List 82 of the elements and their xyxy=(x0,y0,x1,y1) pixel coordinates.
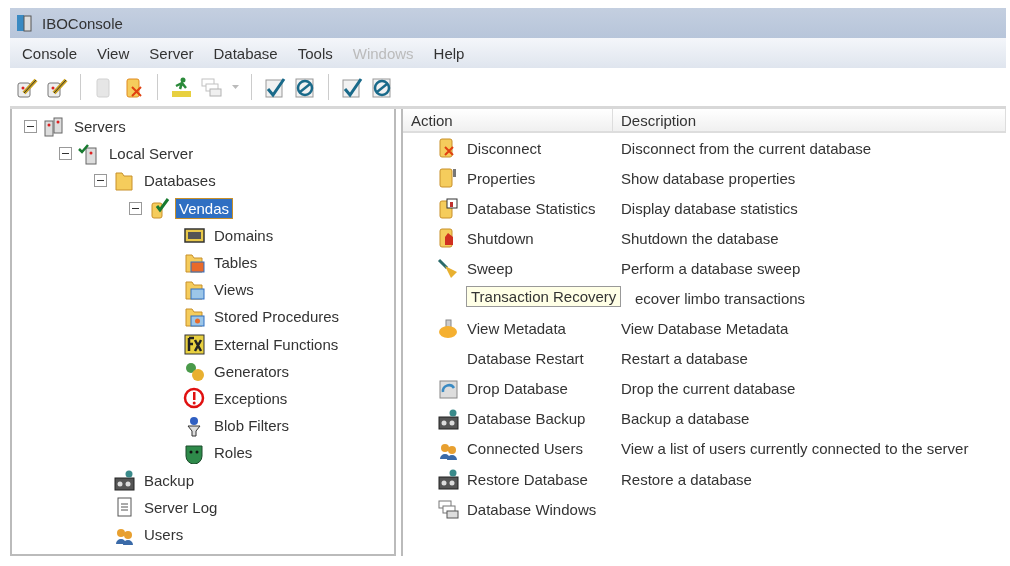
tree-item[interactable]: Generators xyxy=(211,361,293,381)
action-description: Restore a database xyxy=(620,470,753,488)
function-icon xyxy=(183,333,205,356)
tree-item[interactable]: Servers xyxy=(71,117,129,137)
action-description: Display database statistics xyxy=(620,199,799,217)
procedure-icon xyxy=(183,305,205,328)
tree-item[interactable]: Exceptions xyxy=(211,388,291,408)
menu-item[interactable]: View xyxy=(89,41,138,65)
action-name[interactable]: Shutdown xyxy=(467,229,534,247)
column-header[interactable]: Description xyxy=(613,109,1006,133)
broom-icon xyxy=(437,257,459,280)
menu-item[interactable]: Tools xyxy=(289,41,341,65)
action-name[interactable]: Database Statistics xyxy=(467,199,596,217)
server-icon xyxy=(78,142,100,165)
window-title: IBOConsole xyxy=(42,14,123,32)
gears-icon xyxy=(183,360,205,383)
menu-item[interactable]: Console xyxy=(14,41,86,65)
menu-item[interactable]: Database xyxy=(205,41,286,65)
tree-item[interactable]: Roles xyxy=(211,443,256,463)
collapse-toggle[interactable] xyxy=(94,174,107,188)
action-description: Restart a database xyxy=(620,350,749,368)
tree-item[interactable]: Users xyxy=(141,524,187,544)
tape-drive-icon xyxy=(437,407,459,430)
folder-icon xyxy=(113,169,135,192)
tree-item[interactable]: Vendas xyxy=(176,198,233,218)
app-icon xyxy=(16,13,32,33)
action-description: Perform a database sweep xyxy=(620,259,802,277)
action-description: Drop the current database xyxy=(620,380,797,398)
tree-item[interactable]: Blob Filters xyxy=(211,416,293,436)
tree-item[interactable]: Backup xyxy=(141,470,198,490)
action-name[interactable]: Restore Database xyxy=(467,470,588,488)
windows-icon xyxy=(437,498,459,521)
database-chart-icon xyxy=(437,197,459,220)
tree-item[interactable]: External Functions xyxy=(211,334,342,354)
action-name[interactable]: View Metadata xyxy=(467,320,566,338)
action-description: Backup a database xyxy=(620,410,751,428)
exclamation-icon xyxy=(183,387,205,410)
tree-item[interactable]: Views xyxy=(211,280,257,300)
checkmark-icon xyxy=(341,76,363,98)
database-cross-icon xyxy=(123,76,145,98)
view-icon xyxy=(183,278,205,301)
tree-item[interactable]: Local Server xyxy=(106,144,197,164)
windows-icon xyxy=(200,76,222,98)
action-description: Show database properties xyxy=(620,169,797,187)
menu-item[interactable]: Help xyxy=(425,41,473,65)
tree-item[interactable]: Stored Procedures xyxy=(211,307,343,327)
no-entry-icon xyxy=(294,76,316,98)
tree-item[interactable]: Domains xyxy=(211,225,277,245)
database-properties-icon xyxy=(437,167,459,190)
tree-item[interactable]: Tables xyxy=(211,253,261,273)
table-icon xyxy=(183,251,205,274)
tree-item[interactable]: Server Log xyxy=(141,497,221,517)
action-name[interactable]: Database Windows xyxy=(467,500,597,518)
tree-item[interactable]: Databases xyxy=(141,171,219,191)
collapse-toggle[interactable] xyxy=(129,201,142,215)
servers-icon xyxy=(43,115,65,138)
collapse-toggle[interactable] xyxy=(24,120,37,134)
action-name[interactable]: Sweep xyxy=(467,259,513,277)
menu-item[interactable]: Server xyxy=(141,41,202,65)
database-icon xyxy=(148,197,170,220)
sql-runner-icon xyxy=(170,76,192,98)
action-name[interactable]: Properties xyxy=(467,169,536,187)
action-description: View a list of users currently connected to the server xyxy=(620,440,970,458)
action-name[interactable]: Database Restart xyxy=(467,350,584,368)
database-pen-icon xyxy=(16,76,38,98)
no-entry-icon xyxy=(371,76,393,98)
checkmark-icon xyxy=(264,76,286,98)
collapse-toggle[interactable] xyxy=(59,147,72,161)
action-name[interactable]: Connected Users xyxy=(467,440,583,458)
database-pen-icon xyxy=(46,76,68,98)
action-name[interactable]: Database Backup xyxy=(467,410,586,428)
tooltip: Transaction Recovery xyxy=(466,286,622,308)
tape-drive-icon xyxy=(113,469,135,492)
action-description: Disconnect from the current database xyxy=(620,139,873,157)
caret-icon xyxy=(232,85,239,89)
action-description: ecover limbo transactions xyxy=(634,290,807,307)
action-description: Shutdown the database xyxy=(620,229,780,247)
action-name[interactable]: Disconnect xyxy=(467,139,542,157)
tape-drive-icon xyxy=(437,468,459,491)
column-header[interactable]: Action xyxy=(403,109,613,133)
action-name[interactable]: Drop Database xyxy=(467,380,568,398)
action-description: View Database Metadata xyxy=(620,320,790,338)
